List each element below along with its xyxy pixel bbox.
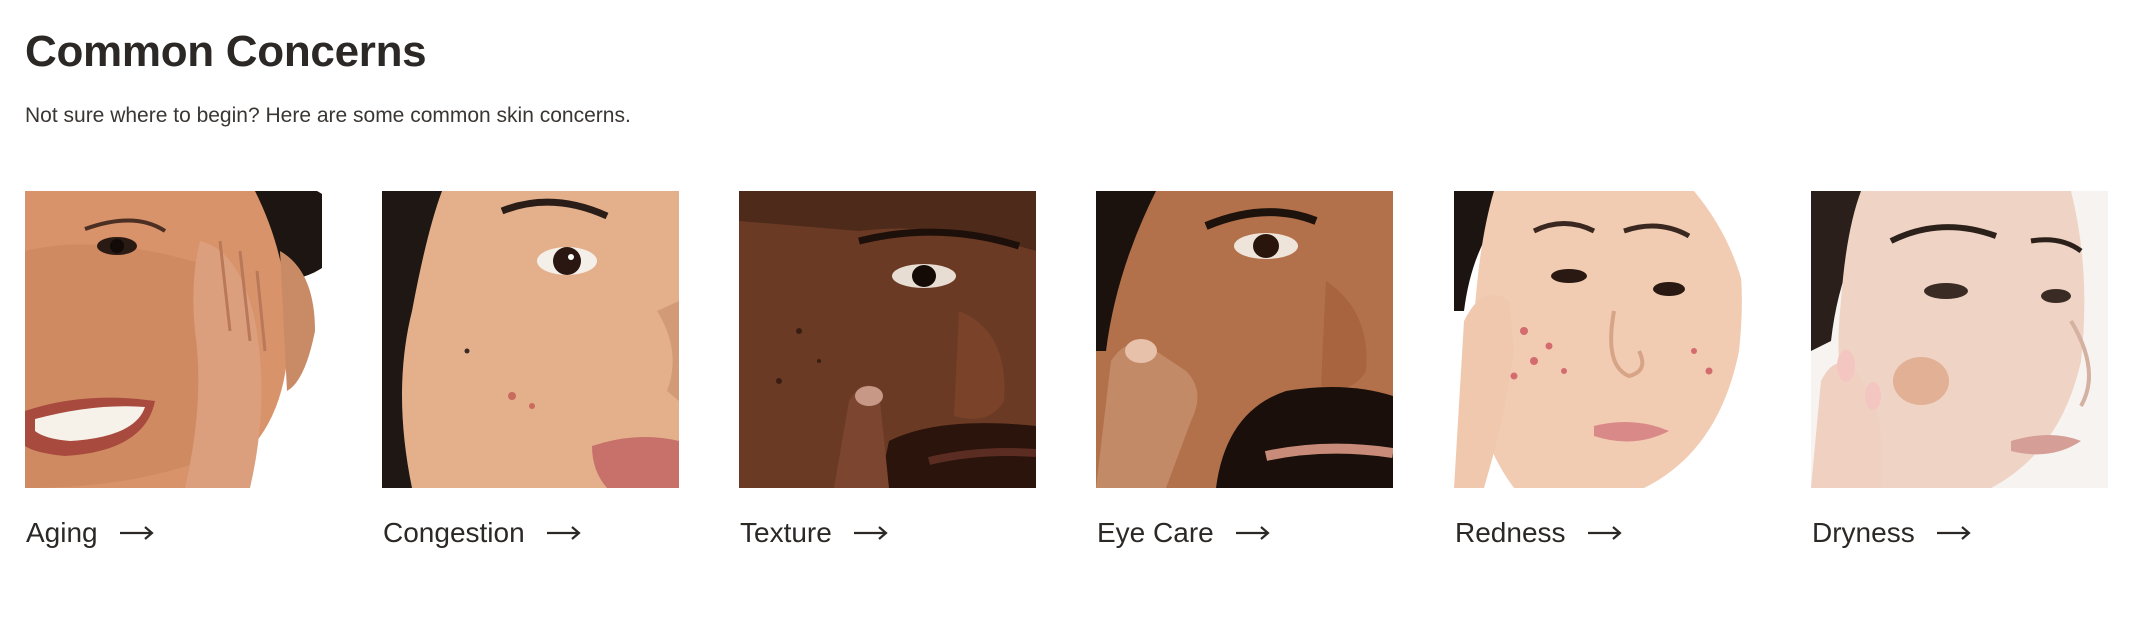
concern-label-aging: Aging (26, 517, 98, 548)
dryness-photo-graphic (1811, 191, 2108, 488)
concern-label-redness: Redness (1455, 517, 1566, 548)
section-title: Common Concerns (25, 27, 427, 76)
concern-label-dryness: Dryness (1812, 517, 1915, 548)
texture-photo-graphic (739, 191, 1036, 488)
concern-card-label: Eye Care (1097, 515, 1270, 551)
concern-label-congestion: Congestion (383, 517, 525, 548)
redness-photo-graphic (1454, 191, 1751, 488)
concern-card-label: Aging (26, 515, 154, 551)
arrow-right-icon (119, 526, 154, 540)
redness-face-photo[interactable] (1454, 191, 1751, 488)
concern-card-redness[interactable]: Redness (1454, 191, 1751, 571)
arrow-right-icon (1587, 526, 1622, 540)
aging-photo-graphic (25, 191, 322, 488)
concern-card-congestion[interactable]: Congestion (382, 191, 679, 571)
concern-label-eye-care: Eye Care (1097, 517, 1214, 548)
eye-care-photo-graphic (1096, 191, 1393, 488)
common-concerns-section: Common Concerns Not sure where to begin?… (25, 0, 2115, 628)
aging-face-photo[interactable] (25, 191, 322, 488)
section-subtitle: Not sure where to begin? Here are some c… (25, 104, 631, 127)
arrow-right-icon (546, 526, 581, 540)
arrow-right-icon (1235, 526, 1270, 540)
congestion-photo-graphic (382, 191, 679, 488)
concern-card-texture[interactable]: Texture (739, 191, 1036, 571)
concern-card-aging[interactable]: Aging (25, 191, 322, 571)
concern-card-eye-care[interactable]: Eye Care (1096, 191, 1393, 571)
arrow-right-icon (853, 526, 888, 540)
concern-card-label: Congestion (383, 515, 581, 551)
eye-care-face-photo[interactable] (1096, 191, 1393, 488)
concern-cards: Aging Congestion Texture Eye Care Rednes… (25, 191, 2115, 571)
congestion-face-photo[interactable] (382, 191, 679, 488)
concern-card-label: Texture (740, 515, 888, 551)
concern-label-texture: Texture (740, 517, 832, 548)
arrow-right-icon (1936, 526, 1971, 540)
concern-card-label: Redness (1455, 515, 1622, 551)
dryness-face-photo[interactable] (1811, 191, 2108, 488)
texture-face-photo[interactable] (739, 191, 1036, 488)
concern-card-label: Dryness (1812, 515, 1971, 551)
concern-card-dryness[interactable]: Dryness (1811, 191, 2108, 571)
